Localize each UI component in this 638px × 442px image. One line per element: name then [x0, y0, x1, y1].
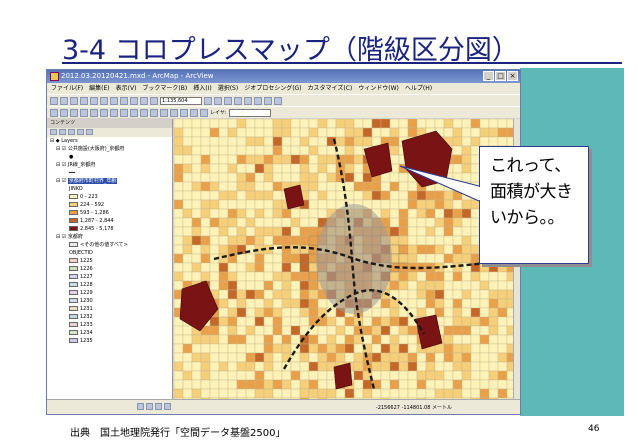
page-number: 46 — [588, 424, 600, 434]
source-credit: 出典 国土地理院発行「空間データ基盤2500」 — [70, 428, 286, 439]
callout-pointer — [399, 165, 480, 202]
